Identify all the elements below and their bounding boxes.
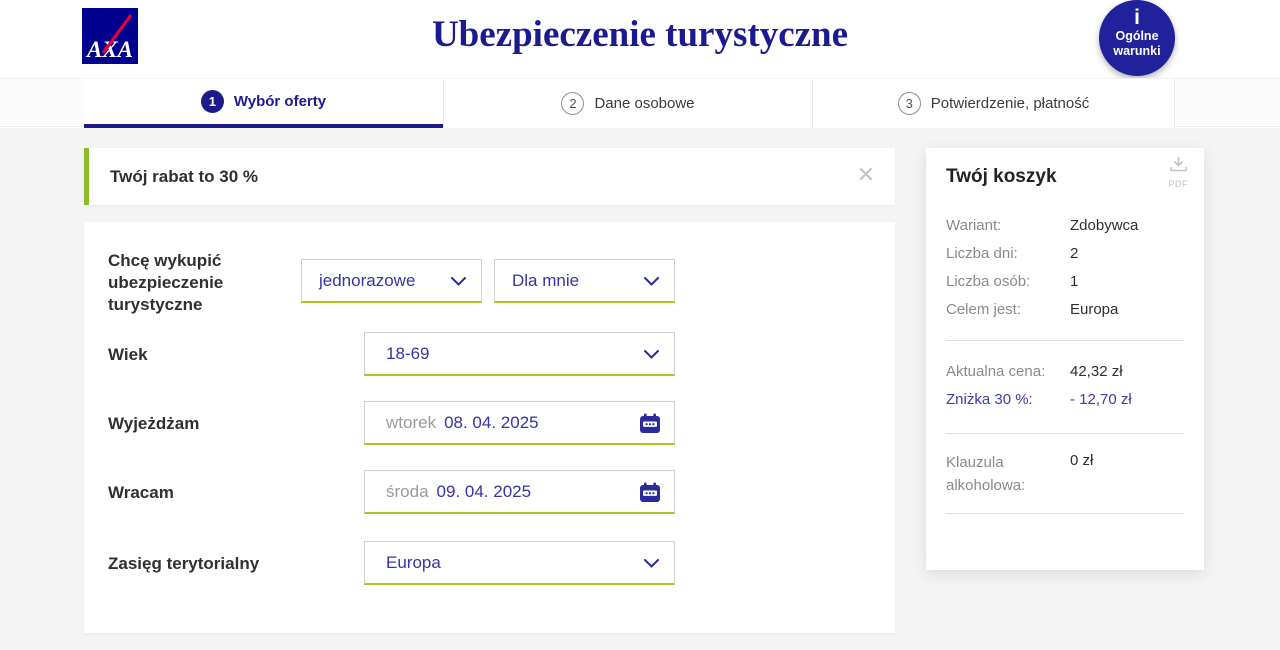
calendar-icon[interactable] — [639, 413, 661, 434]
chevron-down-icon — [644, 277, 659, 286]
return-label: Wracam — [108, 483, 174, 503]
territory-value: Europa — [386, 553, 441, 573]
departure-date-field[interactable]: wtorek 08. 04. 2025 — [364, 401, 675, 445]
divider — [946, 513, 1184, 514]
divider — [946, 433, 1184, 434]
cart-title: Twój koszyk — [946, 166, 1057, 188]
frequency-select[interactable]: jednorazowe — [301, 259, 482, 303]
step-2-label: Dane osobowe — [594, 95, 694, 112]
cart-row-days: Liczba dni: 2 — [946, 244, 1186, 263]
step-1-label: Wybór oferty — [234, 93, 326, 110]
step-3-badge: 3 — [898, 92, 921, 115]
chevron-down-icon — [451, 277, 466, 286]
discount-banner-text: Twój rabat to 30 % — [110, 167, 258, 187]
frequency-value: jednorazowe — [319, 271, 415, 291]
cart-summary-list: Wariant: Zdobywca Liczba dni: 2 Liczba o… — [946, 216, 1186, 328]
step-3-label: Potwierdzenie, płatność — [931, 95, 1089, 112]
cart-price-rows: Aktualna cena: 42,32 zł Zniżka 30 %: - 1… — [946, 362, 1186, 418]
cart-row-alcohol-clause: Klauzula alkoholowa: 0 zł — [946, 451, 1186, 506]
close-icon[interactable]: ✕ — [853, 160, 879, 190]
age-label: Wiek — [108, 345, 148, 365]
cart-row-variant: Wariant: Zdobywca — [946, 216, 1186, 235]
territory-label: Zasięg terytorialny — [108, 554, 259, 574]
info-icon: i — [1134, 7, 1140, 29]
departure-label: Wyjeżdżam — [108, 414, 199, 434]
return-date-field[interactable]: środa 09. 04. 2025 — [364, 470, 675, 514]
departure-weekday: wtorek — [386, 413, 436, 433]
page-title: Ubezpieczenie turystyczne — [0, 13, 1280, 56]
cart-row-current-price: Aktualna cena: 42,32 zł — [946, 362, 1186, 381]
return-weekday: środa — [386, 482, 429, 502]
pdf-label: PDF — [1169, 179, 1189, 189]
territory-select[interactable]: Europa — [364, 541, 675, 585]
recipient-select[interactable]: Dla mnie — [494, 259, 675, 303]
return-date: 09. 04. 2025 — [437, 482, 532, 502]
cart-panel: Twój koszyk PDF Wariant: Zdobywca Liczba… — [926, 148, 1204, 570]
step-1-badge: 1 — [201, 90, 224, 113]
header: AXA Ubezpieczenie turystyczne i Ogólne w… — [0, 0, 1280, 78]
calendar-icon[interactable] — [639, 482, 661, 503]
tab-dane-osobowe[interactable]: 2 Dane osobowe — [443, 79, 812, 128]
wizard-steps: 1 Wybór oferty 2 Dane osobowe 3 Potwierd… — [0, 78, 1280, 127]
cart-row-destination: Celem jest: Europa — [946, 300, 1186, 319]
tab-potwierdzenie-platnosc[interactable]: 3 Potwierdzenie, płatność — [812, 79, 1175, 128]
travel-insurance-page: AXA Ubezpieczenie turystyczne i Ogólne w… — [0, 0, 1280, 650]
cart-row-discount: Zniżka 30 %: - 12,70 zł — [946, 390, 1186, 409]
recipient-value: Dla mnie — [512, 271, 579, 291]
chevron-down-icon — [644, 350, 659, 359]
divider — [946, 340, 1184, 341]
departure-date: 08. 04. 2025 — [444, 413, 539, 433]
step-2-badge: 2 — [561, 92, 584, 115]
chevron-down-icon — [644, 559, 659, 568]
general-terms-button[interactable]: i Ogólne warunki — [1099, 0, 1175, 76]
age-select[interactable]: 18-69 — [364, 332, 675, 376]
download-pdf-button[interactable]: PDF — [1169, 156, 1189, 189]
general-terms-label: Ogólne warunki — [1113, 29, 1160, 59]
purchase-label: Chcę wykupić ubezpieczenie turystyczne — [108, 250, 268, 316]
tab-wybor-oferty[interactable]: 1 Wybór oferty — [84, 79, 443, 128]
age-value: 18-69 — [386, 344, 429, 364]
offer-form: Chcę wykupić ubezpieczenie turystyczne j… — [84, 222, 895, 633]
cart-row-persons: Liczba osób: 1 — [946, 272, 1186, 291]
download-icon — [1169, 156, 1188, 173]
discount-banner: Twój rabat to 30 % ✕ — [84, 148, 895, 205]
